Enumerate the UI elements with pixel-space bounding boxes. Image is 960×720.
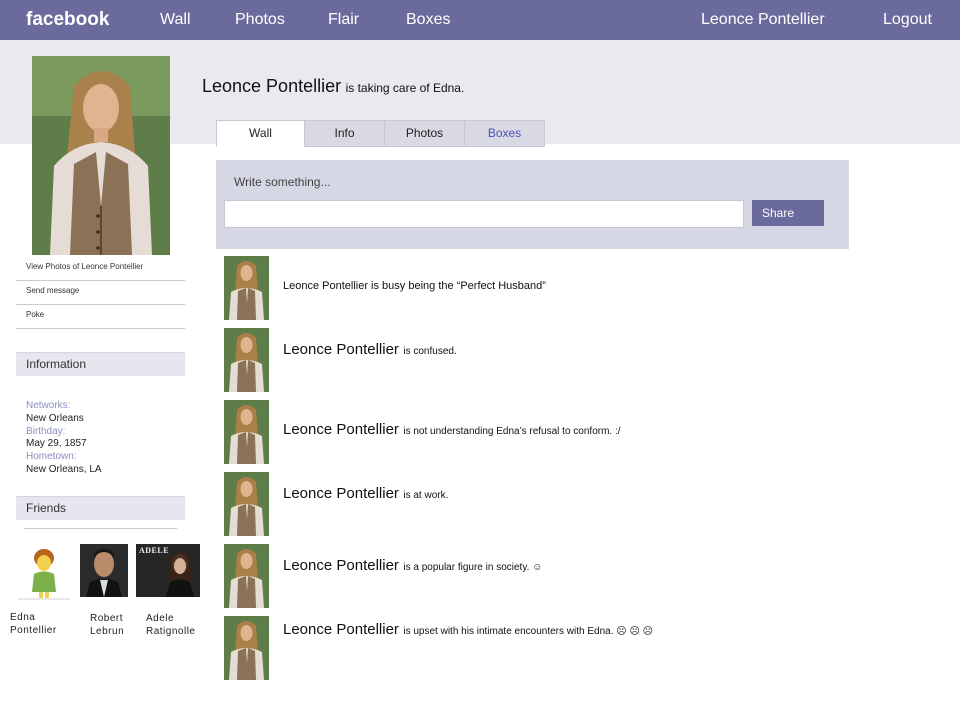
profile-status-text: is taking care of Edna. [345, 81, 465, 95]
post-text: is upset with his intimate encounters wi… [403, 626, 654, 637]
friends-heading: Friends [16, 496, 185, 520]
nav-wall[interactable]: Wall [160, 11, 191, 29]
post-text: Leonce Pontellier is busy being the “Per… [283, 280, 546, 292]
wall-post: Leonce Pontellier is at work. [224, 472, 844, 536]
info-key-networks: Networks: [26, 400, 71, 411]
composer-prompt: Write something... [234, 175, 331, 189]
info-key-hometown: Hometown: [26, 451, 77, 463]
post-content: Leonce Pontellier is upset with his inti… [283, 621, 653, 639]
tab-boxes[interactable]: Boxes [464, 120, 545, 147]
friend-last-name: Pontellier [10, 624, 57, 636]
logout-link[interactable]: Logout [883, 11, 932, 29]
post-text: is not understanding Edna’s refusal to c… [403, 426, 621, 437]
post-author[interactable]: Leonce Pontellier [283, 341, 399, 358]
post-author[interactable]: Leonce Pontellier [283, 421, 399, 438]
composer-input[interactable] [224, 200, 744, 228]
post-content: Leonce Pontellier is busy being the “Per… [283, 276, 546, 294]
post-avatar[interactable] [224, 616, 269, 680]
friend-first-name: Adele [146, 613, 175, 624]
post-text: is a popular figure in society. ☺ [403, 562, 543, 573]
friend-name-edna[interactable]: Edna Pontellier [10, 612, 57, 637]
friend-last-name: Lebrun [90, 625, 125, 637]
post-avatar[interactable] [224, 544, 269, 608]
tab-photos[interactable]: Photos [384, 120, 465, 147]
post-avatar[interactable] [224, 256, 269, 320]
post-text: is at work. [403, 490, 449, 501]
send-message-link[interactable]: Send message [16, 281, 185, 305]
top-navigation-bar: facebook Wall Photos Flair Boxes Leonce … [0, 0, 960, 40]
friend-first-name: Robert [90, 613, 124, 624]
album-cover-text: ADELE [139, 546, 170, 555]
tab-wall[interactable]: Wall [216, 120, 305, 147]
post-avatar[interactable] [224, 400, 269, 464]
post-author[interactable]: Leonce Pontellier [283, 557, 399, 574]
profile-portrait-image [32, 56, 170, 255]
wall-post: Leonce Pontellier is not understanding E… [224, 400, 844, 464]
friend-photo-robert[interactable] [80, 544, 128, 597]
post-content: Leonce Pontellier is confused. [283, 341, 457, 359]
share-button[interactable]: Share [752, 200, 824, 226]
wall-post: Leonce Pontellier is busy being the “Per… [224, 256, 844, 320]
post-author[interactable]: Leonce Pontellier [283, 485, 399, 502]
post-author[interactable]: Leonce Pontellier [283, 621, 399, 638]
profile-status: Leonce Pontellier is taking care of Edna… [202, 76, 464, 97]
poke-link[interactable]: Poke [16, 305, 185, 329]
nav-user-name[interactable]: Leonce Pontellier [701, 11, 825, 29]
wall-composer: Write something... Share [216, 160, 849, 249]
post-content: Leonce Pontellier is not understanding E… [283, 421, 621, 439]
profile-actions: View Photos of Leonce Pontellier Send me… [16, 257, 185, 329]
info-key-birthday: Birthday: [26, 425, 66, 437]
post-avatar[interactable] [224, 328, 269, 392]
view-photos-link[interactable]: View Photos of Leonce Pontellier [16, 257, 185, 281]
friends-divider [24, 528, 177, 529]
friend-photo-adele[interactable]: ADELE [136, 544, 200, 597]
wall-post: Leonce Pontellier is confused. [224, 328, 844, 392]
friend-photo-edna[interactable] [16, 542, 72, 600]
information-list: Networks: New Orleans Birthday: May 29, … [26, 400, 102, 477]
wall-post: Leonce Pontellier is upset with his inti… [224, 616, 844, 680]
profile-name[interactable]: Leonce Pontellier [202, 76, 341, 96]
nav-flair[interactable]: Flair [328, 11, 359, 29]
information-heading: Information [16, 352, 185, 376]
nav-boxes[interactable]: Boxes [406, 11, 450, 29]
post-text: is confused. [403, 346, 457, 357]
profile-picture[interactable] [32, 56, 170, 255]
nav-photos[interactable]: Photos [235, 11, 285, 29]
friend-name-robert[interactable]: Robert Lebrun [90, 613, 124, 638]
info-value-networks[interactable]: New Orleans [26, 413, 102, 426]
friend-last-name: Ratignolle [146, 625, 196, 637]
post-content: Leonce Pontellier is at work. [283, 485, 448, 503]
friend-first-name: Edna [10, 612, 36, 623]
post-content: Leonce Pontellier is a popular figure in… [283, 557, 542, 575]
info-value-hometown[interactable]: New Orleans, LA [26, 464, 102, 477]
tab-info[interactable]: Info [304, 120, 385, 147]
facebook-logo[interactable]: facebook [26, 9, 109, 31]
wall-post: Leonce Pontellier is a popular figure in… [224, 544, 844, 608]
post-avatar[interactable] [224, 472, 269, 536]
info-value-birthday: May 29, 1857 [26, 438, 87, 450]
friend-name-adele[interactable]: Adele Ratignolle [146, 613, 195, 638]
